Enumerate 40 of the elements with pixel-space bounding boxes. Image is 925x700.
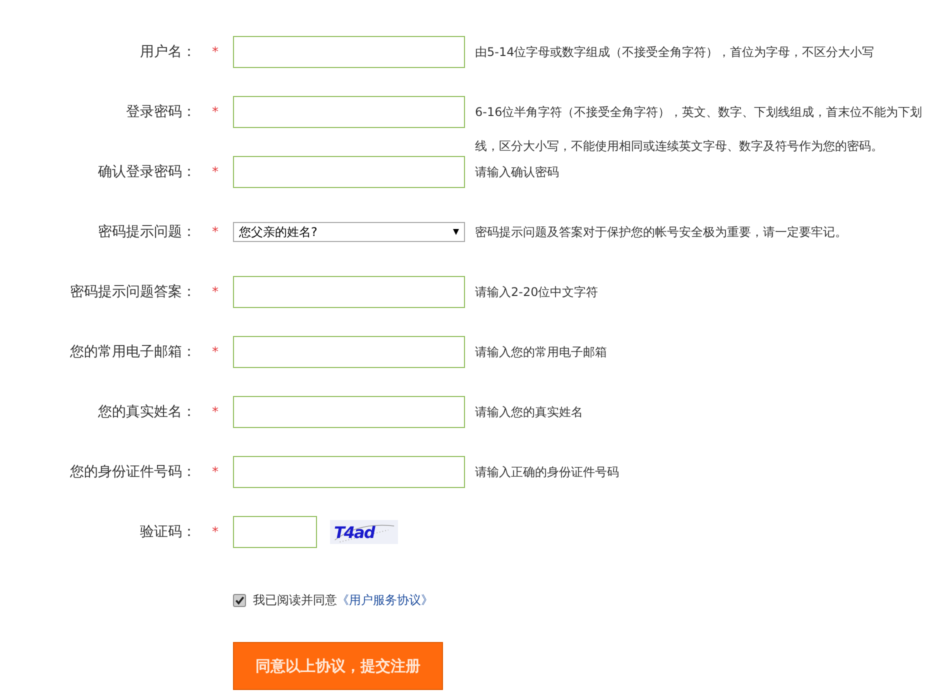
required-mark: * bbox=[212, 165, 218, 180]
agreement-link[interactable]: 《用户服务协议》 bbox=[337, 592, 433, 608]
captcha-image[interactable]: T4ad bbox=[330, 520, 398, 544]
field-label: 确认登录密码： bbox=[97, 163, 196, 182]
field-label: 验证码： bbox=[139, 523, 196, 542]
field-hint: 6-16位半角字符（不接受全角字符），英文、数字、下划线组成，首末位不能为下划线，区分大小写，不能使用相同或连续英文字母、数字及符号作为您的密码。 bbox=[475, 104, 923, 155]
agree-text: 我已阅读并同意 bbox=[253, 592, 337, 608]
required-mark: * bbox=[212, 105, 218, 120]
input-field[interactable] bbox=[233, 516, 317, 548]
field-label: 用户名： bbox=[139, 43, 196, 62]
input-field[interactable] bbox=[233, 456, 465, 488]
required-mark: * bbox=[212, 45, 218, 60]
input-field[interactable] bbox=[233, 96, 465, 128]
dropdown-icon bbox=[453, 229, 459, 235]
field-label: 您的常用电子邮箱： bbox=[69, 343, 196, 362]
input-field[interactable] bbox=[233, 396, 465, 428]
field-hint: 请输入您的常用电子邮箱 bbox=[475, 344, 608, 361]
question-select[interactable]: 您父亲的姓名? bbox=[233, 222, 465, 242]
field-label: 密码提示问题： bbox=[97, 223, 196, 242]
input-field[interactable] bbox=[233, 36, 465, 68]
field-hint: 请输入确认密码 bbox=[475, 164, 560, 181]
input-field[interactable] bbox=[233, 336, 465, 368]
field-label: 登录密码： bbox=[125, 103, 196, 122]
required-mark: * bbox=[212, 345, 218, 360]
agree-checkbox[interactable] bbox=[233, 594, 246, 606]
field-label: 密码提示问题答案： bbox=[69, 283, 196, 302]
required-mark: * bbox=[212, 405, 218, 420]
input-field[interactable] bbox=[233, 276, 465, 308]
field-label: 您的真实姓名： bbox=[97, 403, 196, 422]
field-hint: 密码提示问题及答案对于保护您的帐号安全极为重要，请一定要牢记。 bbox=[475, 224, 848, 241]
field-hint: 请输入您的真实姓名 bbox=[475, 404, 584, 421]
field-hint: 请输入正确的身份证件号码 bbox=[475, 464, 620, 481]
input-field[interactable] bbox=[233, 156, 465, 188]
required-mark: * bbox=[212, 225, 218, 240]
field-hint: 请输入2-20位中文字符 bbox=[475, 284, 600, 301]
required-mark: * bbox=[212, 285, 218, 300]
field-label: 您的身份证件号码： bbox=[69, 463, 196, 482]
required-mark: * bbox=[212, 525, 218, 540]
required-mark: * bbox=[212, 465, 218, 480]
field-hint: 由5-14位字母或数字组成（不接受全角字符），首位为字母，不区分大小写 bbox=[475, 44, 876, 61]
